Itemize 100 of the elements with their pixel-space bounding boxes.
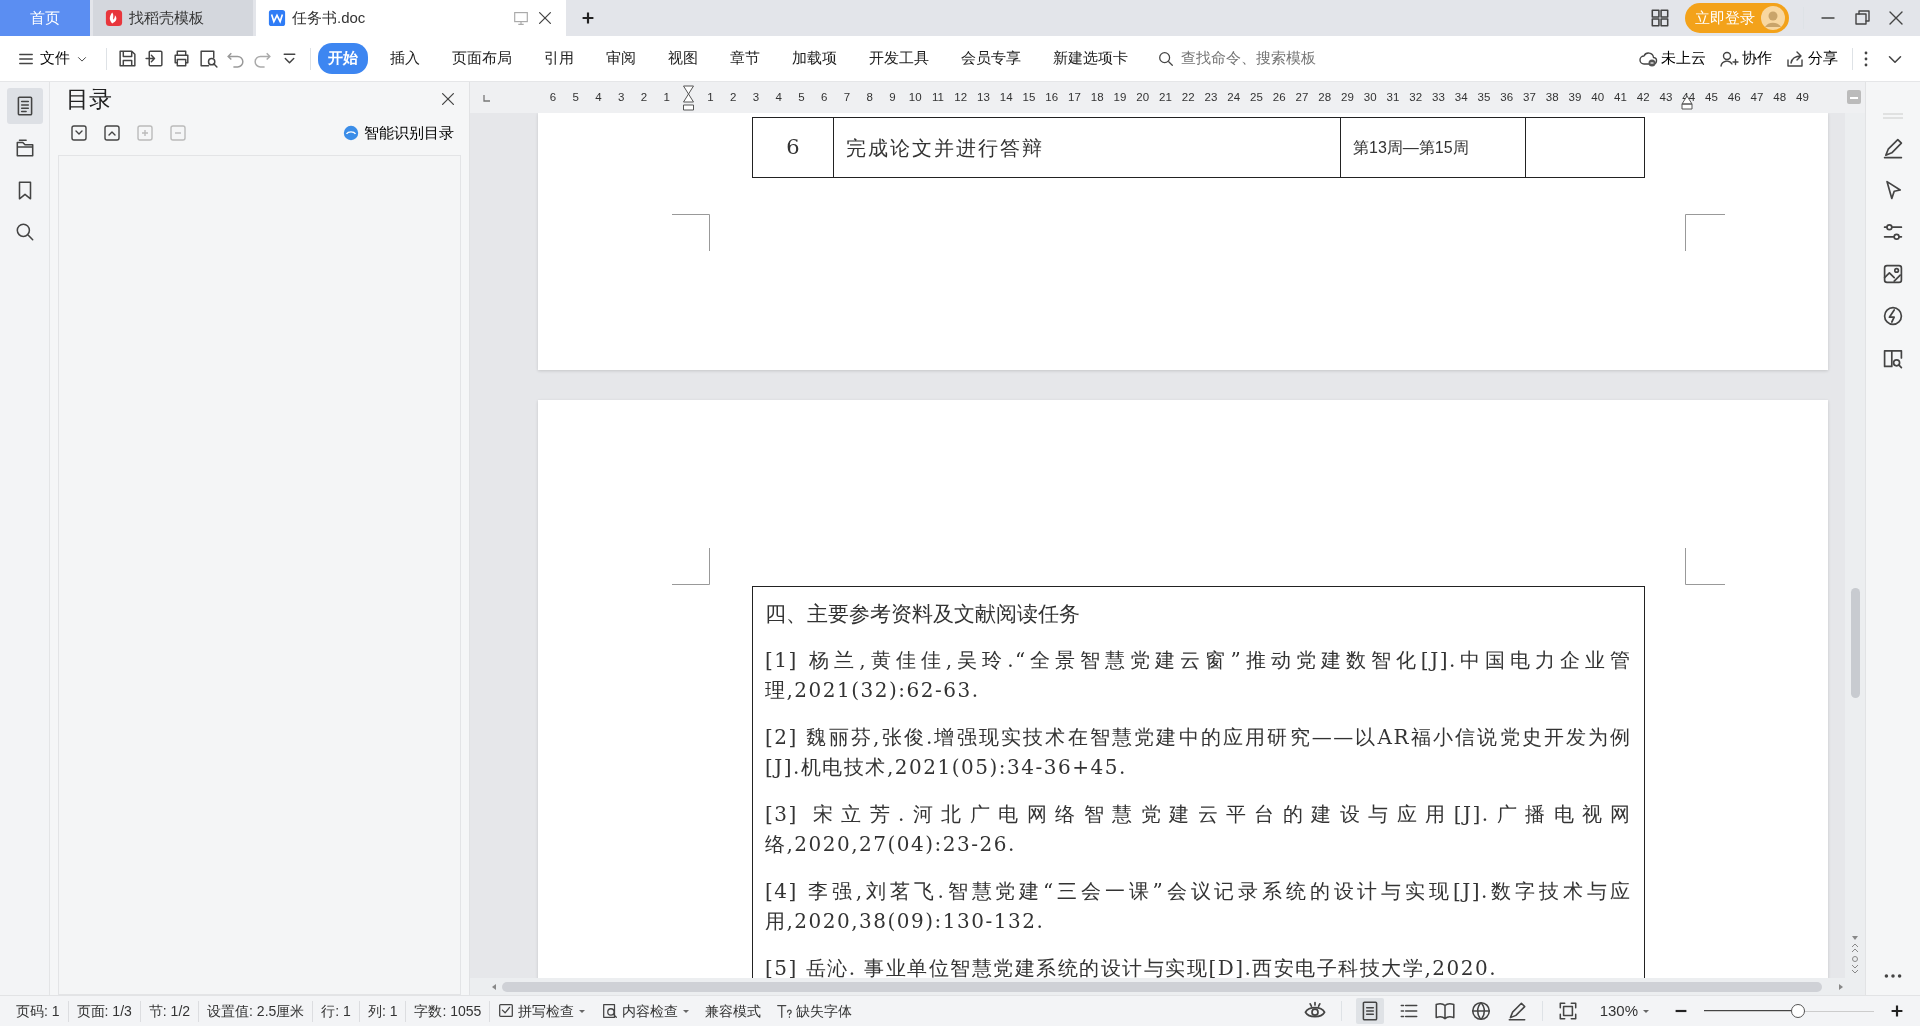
ruler-number: 36 <box>1499 89 1515 105</box>
document-tab[interactable]: 任务书.doc <box>256 0 566 36</box>
ruler-number: 2 <box>729 89 738 105</box>
status-button[interactable]: 缺失字体 <box>768 1000 860 1022</box>
crop-mark <box>1685 214 1725 251</box>
close-icon[interactable] <box>536 9 554 27</box>
document-tab[interactable]: 找稻壳模板 <box>93 0 253 36</box>
ruler-toggle-icon[interactable] <box>1845 88 1863 106</box>
page-navigation-icon[interactable] <box>1850 933 1860 975</box>
ruler-number: 5 <box>571 89 580 105</box>
ribbon-tab[interactable]: 开始 <box>318 43 368 74</box>
plus-icon <box>135 123 155 144</box>
ruler-number: 13 <box>976 89 991 105</box>
lightning-icon <box>1881 304 1905 328</box>
ruler-number: 17 <box>1067 89 1082 105</box>
ruler-number: 25 <box>1249 89 1264 105</box>
ruler-number: 37 <box>1522 89 1537 105</box>
ruler-number: 16 <box>1044 89 1060 105</box>
crop-mark <box>672 214 710 251</box>
ribbon-tab[interactable]: 视图 <box>658 43 708 74</box>
status-text: 设置值: 2.5厘米 <box>199 1000 314 1022</box>
grid-icon[interactable] <box>1649 7 1671 29</box>
ruler-number: 39 <box>1567 89 1583 105</box>
tab-stop-icon[interactable] <box>482 92 492 103</box>
ruler-number: 31 <box>1385 89 1401 105</box>
ribbon-tab[interactable]: 插入 <box>380 43 430 74</box>
ruler-number: 3 <box>751 89 761 105</box>
ruler-number: 12 <box>953 89 969 105</box>
sidebar-button[interactable] <box>6 88 43 124</box>
ruler-number: 35 <box>1476 89 1492 105</box>
expand-icon <box>69 123 89 144</box>
status-text: 字数: 1055 <box>406 1000 491 1022</box>
spell-check-icon <box>497 1002 516 1020</box>
ruler-number: 1 <box>706 89 715 105</box>
ruler-number: 21 <box>1158 89 1173 105</box>
cloud-status-button[interactable]: 未上云 <box>1635 45 1709 72</box>
reference-entry: [3] 宋立芳.河北广电网络智慧党建云平台的建设与应用[J].广播电视网络,2020,27(04):23-26. <box>765 800 1632 858</box>
page-view-button[interactable] <box>1355 998 1384 1024</box>
status-button[interactable]: 内容检查 <box>594 1000 699 1022</box>
ruler-number: 15 <box>1021 89 1037 105</box>
status-text: 节: 1/2 <box>140 1000 200 1022</box>
reference-entry: [1] 杨兰,黄佳佳,吴玲.“全景智慧党建云窗”推动党建数智化[J].中国电力企业管理,2021(32):62-63. <box>765 646 1632 704</box>
panel-title: 目录 <box>66 84 112 114</box>
ruler-number: 3 <box>617 89 626 105</box>
ribbon-tab[interactable]: 新建选项卡 <box>1043 43 1138 74</box>
reading-view-icon[interactable] <box>1433 1000 1456 1022</box>
ruler-number: 27 <box>1294 89 1310 105</box>
ruler-number: 40 <box>1590 89 1606 105</box>
ribbon-tab[interactable]: 章节 <box>720 43 770 74</box>
ribbon-tab[interactable]: 页面布局 <box>442 43 522 74</box>
ribbon-tab[interactable]: 开发工具 <box>859 43 939 74</box>
horizontal-scrollbar[interactable] <box>501 981 1822 992</box>
collaborate-button[interactable]: 协作 <box>1716 45 1775 72</box>
document-logo-icon <box>268 9 286 27</box>
scroll-left-icon[interactable] <box>490 981 498 992</box>
image-icon <box>1881 262 1905 286</box>
search-field[interactable]: 查找命令、搜索模板 <box>1178 46 1439 71</box>
export-icon <box>144 48 165 69</box>
missing-font-icon <box>775 1002 794 1020</box>
ribbon-tab[interactable]: 引用 <box>534 43 584 74</box>
maximize-icon[interactable] <box>1852 8 1872 28</box>
smart-icon <box>342 124 360 143</box>
ruler-number: 43 <box>1658 89 1674 105</box>
ruler-number: 14 <box>998 89 1014 105</box>
ruler-number: 4 <box>774 89 783 105</box>
ruler-number: 7 <box>842 89 852 105</box>
status-button[interactable]: 拼写检查 <box>490 1000 595 1022</box>
share-button[interactable]: 分享 <box>1782 45 1841 72</box>
ruler-number: 8 <box>865 89 874 105</box>
pen-icon <box>1881 136 1905 160</box>
collapse-icon <box>102 123 122 144</box>
ruler-number: 6 <box>548 89 558 105</box>
reference-entry: [2] 魏丽芬,张俊.增强现实技术在智慧党建中的应用研究——以AR福小信说党史开发为例[J].机电技术,2021(05):34-36+45. <box>765 723 1632 781</box>
status-button[interactable]: 兼容模式 <box>698 1000 769 1022</box>
save-icon <box>117 48 138 69</box>
status-text: 页面: 1/3 <box>68 1000 141 1022</box>
ruler-number: 47 <box>1749 89 1765 105</box>
ruler-number: 28 <box>1317 89 1333 105</box>
ruler-number: 18 <box>1089 89 1105 105</box>
search-icon[interactable] <box>1157 49 1175 68</box>
ruler-number: 24 <box>1226 89 1242 105</box>
ruler-number: 5 <box>797 89 806 105</box>
ribbon-tab[interactable]: 加载项 <box>782 43 847 74</box>
file-menu[interactable]: 文件 <box>14 45 92 72</box>
ribbon-tab[interactable]: 会员专享 <box>951 43 1031 74</box>
indent-marker-icon[interactable] <box>1680 95 1694 111</box>
ruler-number: 48 <box>1772 89 1788 105</box>
ruler-number: 29 <box>1340 89 1355 105</box>
ruler-number: 30 <box>1362 89 1378 105</box>
vertical-scrollbar[interactable] <box>1850 588 1860 698</box>
ruler-number: 45 <box>1704 89 1719 105</box>
table-cell: 6 <box>753 118 834 177</box>
web-view-icon[interactable] <box>1469 1000 1492 1022</box>
smart-outline-button[interactable]: 智能识别目录 <box>339 120 457 147</box>
ruler-number: 22 <box>1180 89 1196 105</box>
section-heading: 四、主要参考资料及文献阅读任务 <box>765 601 1081 628</box>
ribbon-tab[interactable]: 审阅 <box>596 43 646 74</box>
zoom-dropdown[interactable]: 130% <box>1592 999 1658 1023</box>
close-icon[interactable] <box>439 90 457 108</box>
flame-logo-icon <box>105 9 123 27</box>
